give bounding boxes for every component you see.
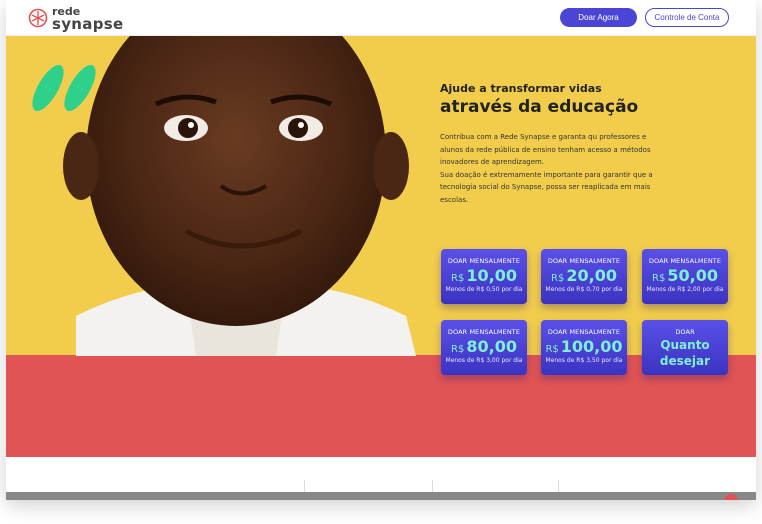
card-currency: R$ bbox=[551, 273, 565, 284]
card-currency: R$ bbox=[545, 344, 559, 355]
headline-line2: através da educação bbox=[440, 97, 639, 117]
footer-bottom-bar bbox=[6, 492, 756, 500]
description-paragraph-2: Sua doação é extremamente importante par… bbox=[440, 170, 653, 204]
card-subtitle: Menos de R$ 0,50 por dia bbox=[445, 286, 523, 293]
card-custom-line2: desejar bbox=[659, 354, 711, 368]
card-title: DOAR MENSALMENTE bbox=[547, 257, 621, 265]
card-amount: 100,00 bbox=[560, 337, 623, 356]
card-title: DOAR MENSALMENTE bbox=[447, 257, 521, 265]
card-title: DOAR bbox=[675, 328, 695, 336]
donate-100-card[interactable]: DOAR MENSALMENTE R$ 100,00 Menos de R$ 3… bbox=[541, 320, 627, 375]
card-value: R$ 100,00 bbox=[541, 337, 627, 356]
card-value: R$ 20,00 bbox=[541, 266, 627, 285]
donate-now-button[interactable]: Doar Agora bbox=[560, 8, 637, 27]
headline-line1: Ajude a transformar vidas bbox=[440, 82, 602, 95]
logo-line2: synapse bbox=[52, 15, 124, 33]
card-value: R$ 50,00 bbox=[642, 266, 728, 285]
hero-headline: Ajude a transformar vidas através da edu… bbox=[440, 82, 740, 117]
donate-50-card[interactable]: DOAR MENSALMENTE R$ 50,00 Menos de R$ 2,… bbox=[642, 249, 728, 304]
donate-80-card[interactable]: DOAR MENSALMENTE R$ 80,00 Menos de R$ 3,… bbox=[441, 320, 527, 375]
description-paragraph-1: Contribua com a Rede Synapse e garanta q… bbox=[440, 133, 651, 166]
card-amount: 20,00 bbox=[566, 266, 617, 285]
card-amount: 10,00 bbox=[466, 266, 517, 285]
quote-marks-icon bbox=[32, 64, 96, 112]
card-amount: 50,00 bbox=[667, 266, 718, 285]
card-title: DOAR MENSALMENTE bbox=[648, 257, 722, 265]
donate-20-card[interactable]: DOAR MENSALMENTE R$ 20,00 Menos de R$ 0,… bbox=[541, 249, 627, 304]
account-control-button[interactable]: Controle de Conta bbox=[645, 8, 729, 27]
page-frame: rede synapse Doar Agora Controle de Cont… bbox=[6, 0, 756, 500]
card-currency: R$ bbox=[652, 273, 666, 284]
card-value: R$ 10,00 bbox=[441, 266, 527, 285]
card-value: R$ 80,00 bbox=[441, 337, 527, 356]
donate-custom-card[interactable]: DOAR Quanto desejar bbox=[642, 320, 728, 375]
donate-10-card[interactable]: DOAR MENSALMENTE R$ 10,00 Menos de R$ 0,… bbox=[441, 249, 527, 304]
card-title: DOAR MENSALMENTE bbox=[447, 328, 521, 336]
site-logo[interactable]: rede synapse bbox=[28, 4, 123, 32]
top-header: rede synapse Doar Agora Controle de Cont… bbox=[6, 0, 756, 36]
synapse-logo-icon bbox=[28, 8, 48, 28]
logo-wordmark: rede synapse bbox=[52, 6, 124, 33]
card-title: DOAR MENSALMENTE bbox=[547, 328, 621, 336]
card-subtitle: Menos de R$ 0,70 por dia bbox=[545, 286, 623, 293]
card-subtitle: Menos de R$ 3,00 por dia bbox=[445, 357, 523, 364]
card-currency: R$ bbox=[451, 344, 465, 355]
card-currency: R$ bbox=[451, 273, 465, 284]
card-subtitle: Menos de R$ 2,00 por dia bbox=[646, 286, 724, 293]
card-custom-line1: Quanto bbox=[660, 338, 710, 352]
card-amount: 80,00 bbox=[466, 337, 517, 356]
card-subtitle: Menos de R$ 3,50 por dia bbox=[545, 357, 623, 364]
hero-description: Contribua com a Rede Synapse e garanta q… bbox=[440, 131, 670, 206]
